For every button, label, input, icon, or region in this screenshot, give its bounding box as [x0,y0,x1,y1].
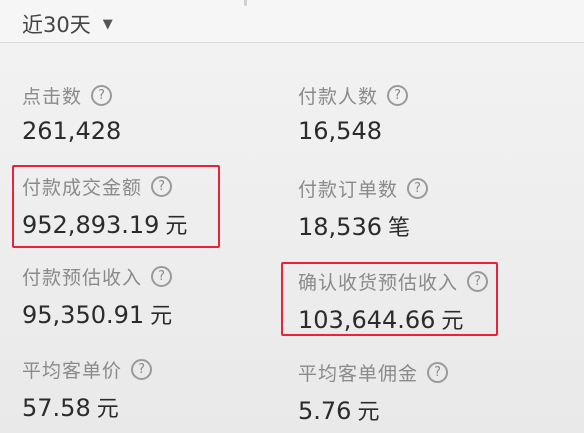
help-icon[interactable]: ? [91,85,113,106]
metric-unit: 元 [441,309,464,334]
date-range-dropdown[interactable]: 近30天 ▼ [22,9,113,39]
metric-value: 57.58 元 [22,394,119,422]
metric-label: 点击数 [22,86,83,108]
help-icon[interactable]: ? [467,271,489,292]
metric-label: 付款人数 [298,86,379,108]
help-icon[interactable]: ? [407,178,429,199]
metric-unit: 元 [165,214,188,239]
metric-paid-orders: 付款订单数 ? 18,536 笔 [298,175,429,242]
metric-label: 确认收货预估收入 [298,272,459,294]
metric-value: 95,350.91 元 [22,301,173,329]
metric-value: 261,428 [22,117,122,145]
metric-label: 付款订单数 [298,179,399,201]
help-icon[interactable]: ? [151,176,173,197]
metric-unit: 元 [357,400,380,425]
help-icon[interactable]: ? [151,266,173,287]
metric-label: 平均客单价 [22,360,123,382]
metric-label: 付款预估收入 [22,267,143,289]
metric-unit: 元 [96,397,119,422]
date-range-label: 近30天 [22,13,91,37]
metric-avg-commission: 平均客单佣金 ? 5.76 元 [298,359,449,426]
metric-paying-users: 付款人数 ? 16,548 [298,82,409,145]
metric-unit: 笔 [387,216,410,241]
metric-value: 18,536 笔 [298,213,410,241]
help-icon[interactable]: ? [131,359,153,380]
metric-value: 16,548 [298,117,382,145]
header-bar: 近30天 ▼ [0,0,584,43]
metric-value: 952,893.19 元 [22,211,188,239]
metric-label: 平均客单佣金 [298,363,419,385]
metric-value: 103,644.66 元 [298,306,464,334]
help-icon[interactable]: ? [387,85,409,106]
caret-down-icon: ▼ [102,16,113,32]
metric-label: 付款成交金额 [22,177,143,199]
metric-clicks: 点击数 ? 261,428 [22,82,121,145]
metric-unit: 元 [150,304,173,329]
metric-value: 5.76 元 [298,397,380,425]
metric-paid-estimated-income: 付款预估收入 ? 95,350.91 元 [22,263,172,330]
metric-avg-order-value: 平均客单价 ? 57.58 元 [22,356,153,423]
metric-confirmed-estimated-income: 确认收货预估收入 ? 103,644.66 元 [298,268,489,335]
metric-paid-gmv: 付款成交金额 ? 952,893.19 元 [22,173,187,240]
help-icon[interactable]: ? [427,362,449,383]
header-divider-mark [244,0,247,6]
